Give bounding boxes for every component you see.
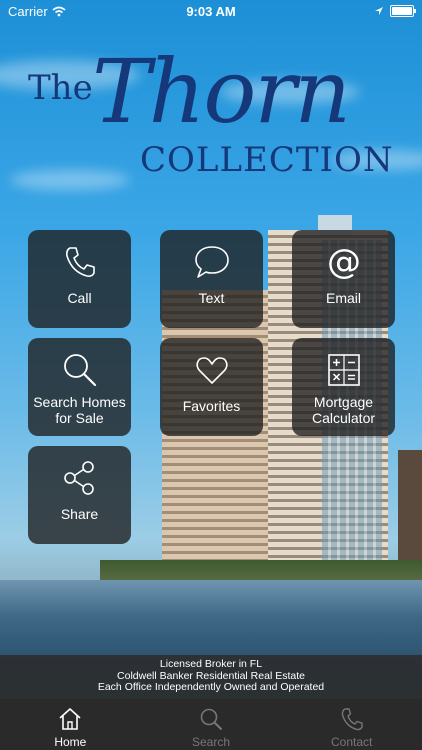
license-line-3: Each Office Independently Owned and Oper… [97,681,325,693]
wifi-icon [52,6,66,16]
favorites-button[interactable]: Favorites [160,338,263,436]
mortgage-calculator-label: Mortgage Calculator [312,394,375,426]
logo-the: The [28,68,93,108]
tab-search-label: Search [191,734,231,749]
text-label: Text [198,290,225,306]
carrier-label: Carrier [8,3,48,19]
logo-collection: COLLECTION [140,140,394,180]
license-disclaimer: Licensed Broker in FL Coldwell Banker Re… [0,655,422,699]
phone-icon [65,247,95,277]
battery-icon [390,5,416,17]
phone-icon [341,707,363,730]
email-label: Email [325,290,361,306]
location-arrow-icon [375,7,383,15]
search-homes-button[interactable]: Search Homes for Sale [28,338,131,436]
mortgage-label-line1: Mortgage [313,394,374,410]
email-button[interactable]: @ Email [292,230,395,328]
logo-thorn: Thorn [92,40,351,143]
share-button[interactable]: Share [28,446,131,544]
house-icon [59,707,81,730]
mortgage-calculator-button[interactable]: Mortgage Calculator [292,338,395,436]
speech-bubble-icon [194,246,229,278]
text-button[interactable]: Text [160,230,263,328]
tab-contact-label: Contact [331,734,373,749]
tab-home-label: Home [54,734,87,749]
svg-text:@: @ [327,242,361,282]
magnifier-icon [63,354,96,387]
call-button[interactable]: Call [28,230,131,328]
search-homes-label-line2: for Sale [55,410,104,426]
search-icon [200,708,222,730]
heart-icon [195,357,228,384]
tab-search[interactable]: Search [141,699,282,750]
calculator-icon [327,354,360,386]
brand-logo: The Thorn COLLECTION [0,40,422,190]
tab-home[interactable]: Home [0,699,141,750]
search-homes-label-line1: Search Homes [33,394,126,410]
status-bar: Carrier 9:03 AM [0,0,422,22]
at-sign-icon: @ [327,242,361,282]
call-label: Call [67,290,92,306]
favorites-label: Favorites [182,398,241,414]
tab-contact[interactable]: Contact [281,699,422,750]
tab-bar: Home Search Contact [0,699,422,750]
share-icon [63,461,94,495]
share-label: Share [60,506,99,522]
license-line-1: Licensed Broker in FL [159,658,263,670]
mortgage-label-line2: Calculator [311,410,376,426]
search-homes-label: Search Homes for Sale [33,394,126,426]
